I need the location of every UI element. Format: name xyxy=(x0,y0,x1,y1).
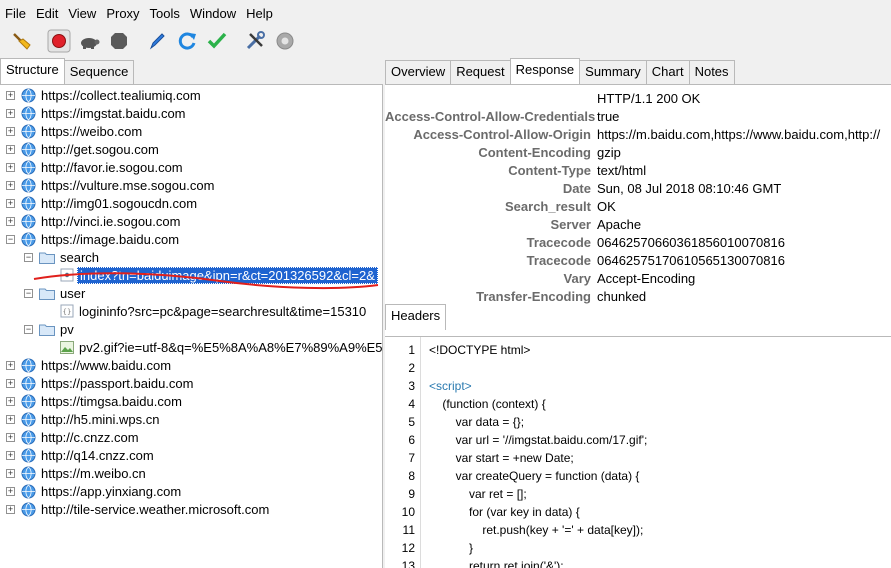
line-number: 8 xyxy=(408,469,415,483)
left-tabs: Structure Sequence xyxy=(0,58,135,84)
breakpoints-button[interactable] xyxy=(104,28,134,54)
code-line: var start = +new Date; xyxy=(429,451,574,465)
line-number-gutter: 1 2 3 4 5 6 7 8 9 10 11 12 13 xyxy=(385,337,421,568)
structure-tree: + https://collect.tealiumiq.com + https:… xyxy=(0,84,383,568)
line-number: 10 xyxy=(401,505,415,519)
tools-icon xyxy=(246,31,265,50)
annotation-underline xyxy=(33,272,379,290)
menu-help[interactable]: Help xyxy=(241,6,278,21)
code-line: var ret = []; xyxy=(429,487,527,501)
menu-view[interactable]: View xyxy=(63,6,101,21)
tab-sequence[interactable]: Sequence xyxy=(63,60,135,84)
code-line: var data = {}; xyxy=(429,415,525,429)
response-headers: HTTP/1.1 200 OK Access-Control-Allow-Cre… xyxy=(385,84,891,365)
tab-summary[interactable]: Summary xyxy=(579,60,647,84)
tab-structure[interactable]: Structure xyxy=(0,58,65,84)
header-row: Date Sun, 08 Jul 2018 08:10:46 GMT xyxy=(562,181,782,196)
menu-edit[interactable]: Edit xyxy=(31,6,63,21)
response-body[interactable]: 1 2 3 4 5 6 7 8 9 10 11 12 13 <!DOCTYPE … xyxy=(385,336,891,568)
broom-icon xyxy=(13,33,31,50)
tools-button[interactable] xyxy=(240,28,270,54)
repeat-button[interactable] xyxy=(172,28,202,54)
settings-button[interactable] xyxy=(270,28,300,54)
body-tabs: Headers xyxy=(385,304,447,330)
code-line: (function (context) { xyxy=(429,397,546,411)
line-number: 2 xyxy=(408,361,415,375)
header-row: Search_result OK xyxy=(505,199,616,214)
menu-tools[interactable]: Tools xyxy=(145,6,185,21)
header-row: Server Apache xyxy=(550,217,642,232)
turtle-icon xyxy=(81,38,100,49)
toolbar xyxy=(0,26,891,56)
line-number: 5 xyxy=(408,415,415,429)
checkmark-icon xyxy=(207,32,227,49)
code-line: var url = '//imgstat.baidu.com/17.gif'; xyxy=(429,433,648,447)
header-row: Content-Type text/html xyxy=(508,163,647,178)
tab-overview[interactable]: Overview xyxy=(385,60,452,84)
code-line: ret.push(key + '=' + data[key]); xyxy=(429,523,644,537)
record-button[interactable] xyxy=(44,28,74,54)
menu-file[interactable]: File xyxy=(0,6,31,21)
refresh-icon xyxy=(178,32,196,50)
line-number: 6 xyxy=(408,433,415,447)
code-line: <!DOCTYPE html> xyxy=(429,343,531,357)
tab-response[interactable]: Response xyxy=(509,58,581,84)
header-row: Transfer-Encoding chunked xyxy=(476,289,647,304)
tab-chart[interactable]: Chart xyxy=(645,60,690,84)
tab-notes[interactable]: Notes xyxy=(688,60,735,84)
status-line: HTTP/1.1 200 OK xyxy=(597,91,701,106)
settings-icon xyxy=(276,32,294,50)
tab-request[interactable]: Request xyxy=(450,60,511,84)
clear-button[interactable] xyxy=(6,28,36,54)
code-line: } xyxy=(429,541,474,555)
line-number: 4 xyxy=(408,397,415,411)
code-line: var createQuery = function (data) { xyxy=(429,469,640,483)
validate-button[interactable] xyxy=(202,28,232,54)
line-number: 9 xyxy=(408,487,415,501)
line-number: 1 xyxy=(408,343,415,357)
throttle-button[interactable] xyxy=(74,28,104,54)
pen-icon xyxy=(149,33,165,50)
detail-pane: Overview Request Response Summary Chart … xyxy=(385,58,891,568)
line-number: 3 xyxy=(408,379,415,393)
menu-window[interactable]: Window xyxy=(185,6,241,21)
line-number: 12 xyxy=(401,541,415,555)
tab-headers[interactable]: Headers xyxy=(385,304,447,330)
line-number: 11 xyxy=(402,523,415,537)
compose-button[interactable] xyxy=(142,28,172,54)
code-line: for (var key in data) { xyxy=(429,505,580,519)
detail-tabs: Overview Request Response Summary Chart … xyxy=(385,58,735,84)
header-row: Vary Accept-Encoding xyxy=(563,271,696,286)
code-line: <script> xyxy=(429,379,472,393)
header-row: Tracecode 06462575170610565130070816 xyxy=(526,253,785,268)
record-icon xyxy=(47,29,71,53)
header-row: Tracecode 06462570660361856010070816 xyxy=(526,235,785,250)
header-row: Content-Encoding gzip xyxy=(478,145,621,160)
header-row: Access-Control-Allow-Credentials true xyxy=(385,109,620,124)
header-row: Access-Control-Allow-Origin https://m.bai… xyxy=(413,127,881,142)
stop-icon xyxy=(111,33,127,49)
menu-bar: File Edit View Proxy Tools Window Help xyxy=(0,0,891,26)
menu-proxy[interactable]: Proxy xyxy=(101,6,144,21)
line-number: 7 xyxy=(408,451,415,465)
